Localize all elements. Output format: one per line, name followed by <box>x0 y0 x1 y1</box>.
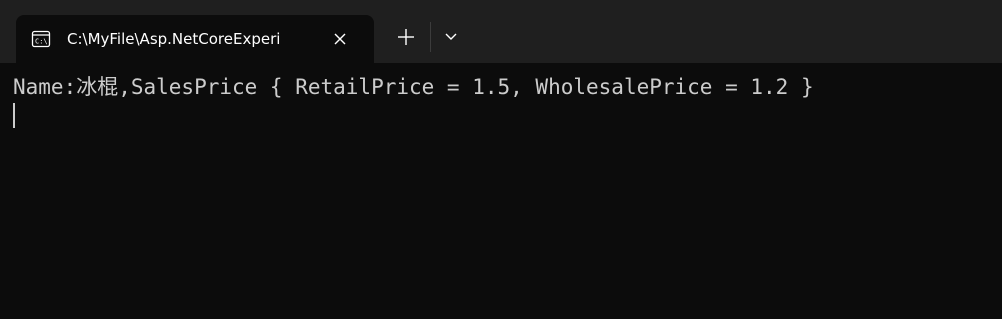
chevron-down-icon[interactable] <box>436 22 466 52</box>
tab-command-prompt[interactable]: C:\ C:\MyFile\Asp.NetCoreExperi <box>16 15 374 63</box>
terminal-pane[interactable]: Name:冰棍,SalesPrice { RetailPrice = 1.5, … <box>0 63 1002 319</box>
terminal-icon: C:\ <box>31 30 51 48</box>
terminal-window: C:\ C:\MyFile\Asp.NetCoreExperi Name:冰棍,… <box>0 0 1002 319</box>
close-icon[interactable] <box>328 27 352 51</box>
text-cursor <box>13 103 15 128</box>
tab-title: C:\MyFile\Asp.NetCoreExperi <box>67 30 281 48</box>
plus-icon[interactable] <box>388 20 424 54</box>
svg-text:C:\: C:\ <box>35 38 48 46</box>
title-bar: C:\ C:\MyFile\Asp.NetCoreExperi <box>0 0 1002 63</box>
tab-divider <box>430 22 431 52</box>
console-output-line: Name:冰棍,SalesPrice { RetailPrice = 1.5, … <box>13 75 814 99</box>
